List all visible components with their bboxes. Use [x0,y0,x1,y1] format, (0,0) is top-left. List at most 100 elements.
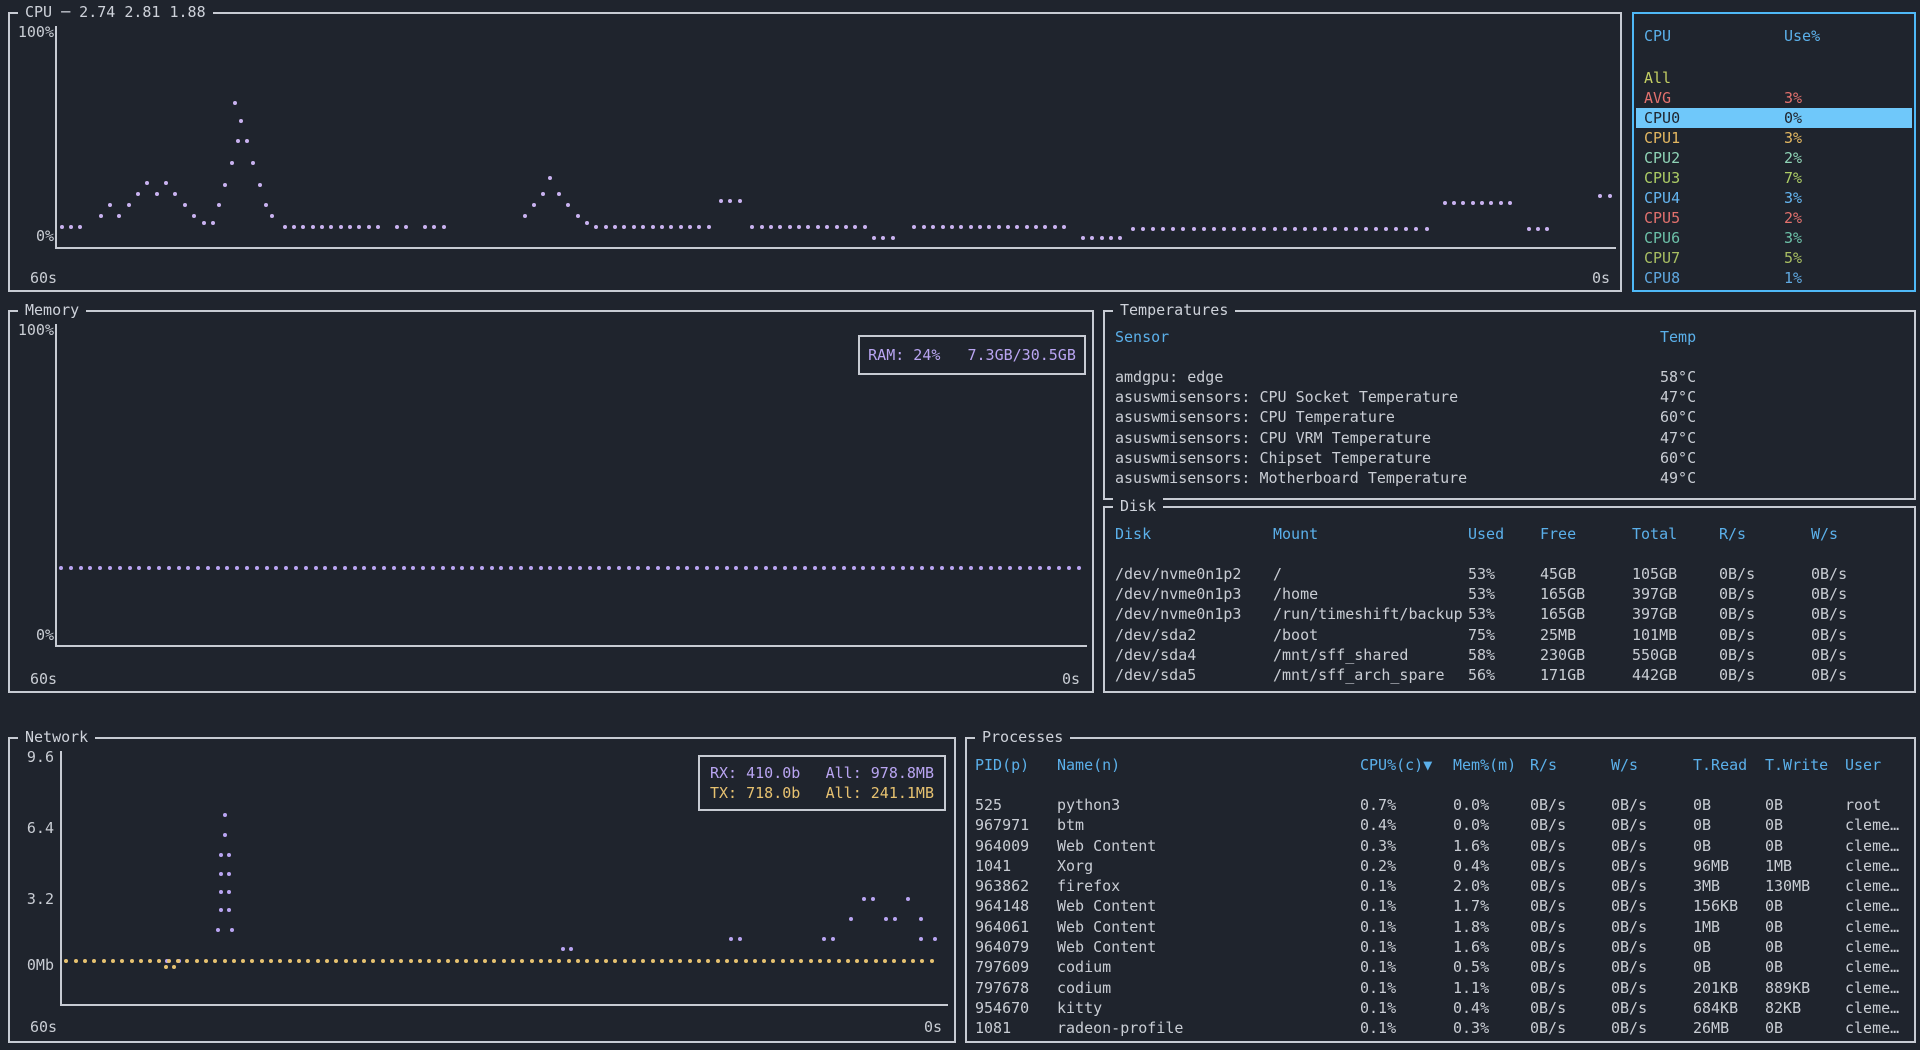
cell: cleme… [1845,1018,1912,1038]
graph-dot [1293,227,1297,231]
cell: 96MB [1693,856,1765,876]
graph-dot [202,221,206,225]
graph-dot [1034,225,1038,229]
processes-col-tread[interactable]: T.Read [1693,755,1765,775]
disk-row[interactable]: /dev/sda2/boot75%25MB101MB0B/s0B/s [1107,625,1912,645]
process-row[interactable]: 964009Web Content0.3%1.6%0B/s0B/s0B0Bcle… [969,836,1912,856]
process-row[interactable]: 964079Web Content0.1%1.6%0B/s0B/s0B0Bcle… [969,937,1912,957]
processes-col-user[interactable]: User [1845,755,1912,775]
process-row[interactable]: 525python30.7%0.0%0B/s0B/s0B0Broot [969,795,1912,815]
process-row[interactable]: 797678codium0.1%1.1%0B/s0B/s201KB889KBcl… [969,978,1912,998]
graph-dot [827,959,831,963]
graph-dot [585,221,589,225]
disk-row[interactable]: /dev/sda5/mnt/sff_arch_spare56%171GB442G… [1107,665,1912,685]
graph-dot [813,566,817,570]
graph-dot [353,566,357,570]
disk-row[interactable]: /dev/sda4/mnt/sff_shared58%230GB550GB0B/… [1107,645,1912,665]
graph-dot [1232,227,1236,231]
cpu-legend-row-cpu8[interactable]: CPU81% [1636,268,1912,288]
cpu-graph-plot[interactable] [55,26,1616,249]
cell: radeon-profile [1057,1018,1360,1038]
cpu-legend-row-cpu3[interactable]: CPU37% [1636,168,1912,188]
processes-col-name[interactable]: Name(n) [1057,755,1360,775]
cpu-legend-row-cpu4[interactable]: CPU43% [1636,188,1912,208]
graph-dot [227,872,231,876]
cell: 0B [1693,815,1765,835]
graph-dot [725,959,729,963]
cpu-legend-row-cpu5[interactable]: CPU52% [1636,208,1912,228]
temperature-row[interactable]: amdgpu: edge58°C [1107,367,1912,387]
cpu-legend-row-avg[interactable]: AVG3% [1636,88,1912,108]
disk-row[interactable]: /dev/nvme0n1p3/home53%165GB397GB0B/s0B/s [1107,584,1912,604]
graph-dot [120,959,124,963]
graph-dot [1283,227,1287,231]
process-row[interactable]: 964061Web Content0.1%1.8%0B/s0B/s1MB0Bcl… [969,917,1912,937]
graph-dot [404,225,408,229]
process-row[interactable]: 954670kitty0.1%0.4%0B/s0B/s684KB82KBclem… [969,998,1912,1018]
graph-dot [1015,225,1019,229]
graph-dot [130,959,134,963]
cell: 0B/s [1611,836,1693,856]
graph-dot [778,225,782,229]
graph-dot [520,959,524,963]
temperatures-col-sensor: Sensor [1115,327,1660,347]
disk-row[interactable]: /dev/nvme0n1p2/53%45GB105GB0B/s0B/s [1107,564,1912,584]
graph-dot [216,566,220,570]
processes-col-ws[interactable]: W/s [1611,755,1693,775]
cell: 0B/s [1611,998,1693,1018]
graph-dot [959,225,963,229]
graph-dot [771,959,775,963]
graph-dot [588,566,592,570]
process-row[interactable]: 797609codium0.1%0.5%0B/s0B/s0B0Bcleme… [969,957,1912,977]
process-row[interactable]: 963862firefox0.1%2.0%0B/s0B/s3MB130MBcle… [969,876,1912,896]
graph-dot [362,566,366,570]
graph-dot [783,566,787,570]
process-row[interactable]: 1041Xorg0.2%0.4%0B/s0B/s96MB1MBcleme… [969,856,1912,876]
temperature-row[interactable]: asuswmisensors: Chipset Temperature60°C [1107,448,1912,468]
graph-dot [320,225,324,229]
processes-col-twrite[interactable]: T.Write [1765,755,1845,775]
cpu-legend-row-cpu0[interactable]: CPU00% [1636,108,1912,128]
cell: 0.1% [1360,937,1453,957]
graph-dot [409,959,413,963]
processes-col-rs[interactable]: R/s [1530,755,1611,775]
graph-dot [102,959,106,963]
cell: 0B/s [1719,665,1811,685]
processes-col-mem[interactable]: Mem%(m) [1453,755,1530,775]
process-row[interactable]: 1081radeon-profile0.1%0.3%0B/s0B/s26MB0B… [969,1018,1912,1038]
cpu-legend-row-cpu2[interactable]: CPU22% [1636,148,1912,168]
cpu-x-right-label: 0s [1592,268,1610,288]
graph-dot [502,959,506,963]
cell: 53% [1468,584,1540,604]
temperature-row[interactable]: asuswmisensors: CPU Socket Temperature47… [1107,387,1912,407]
processes-col-cpu-sort[interactable]: CPU%(c)▼ [1360,755,1453,775]
disk-row[interactable]: /dev/nvme0n1p3/run/timeshift/backup53%16… [1107,604,1912,624]
graph-dot [139,959,143,963]
cell: 0B/s [1611,937,1693,957]
temperature-row[interactable]: asuswmisensors: CPU VRM Temperature47°C [1107,428,1912,448]
cell: 58% [1468,645,1540,665]
cpu-legend-row-cpu6[interactable]: CPU63% [1636,228,1912,248]
graph-dot [1414,227,1418,231]
cell: /dev/nvme0n1p3 [1115,584,1273,604]
cell: 58°C [1660,367,1912,387]
graph-dot [245,139,249,143]
cell: amdgpu: edge [1115,367,1660,387]
graph-dot [339,225,343,229]
temperature-row[interactable]: asuswmisensors: CPU Temperature60°C [1107,407,1912,427]
cell: cleme… [1845,957,1912,977]
graph-dot [474,959,478,963]
graph-dot [623,959,627,963]
cpu-legend-row-cpu1[interactable]: CPU13% [1636,128,1912,148]
graph-dot [399,959,403,963]
process-row[interactable]: 964148Web Content0.1%1.7%0B/s0B/s156KB0B… [969,896,1912,916]
process-row[interactable]: 967971btm0.4%0.0%0B/s0B/s0B0Bcleme… [969,815,1912,835]
processes-col-pid[interactable]: PID(p) [975,755,1057,775]
temperature-row[interactable]: asuswmisensors: Motherboard Temperature4… [1107,468,1912,488]
graph-dot [223,959,227,963]
cpu-legend-row-all[interactable]: All [1636,68,1912,88]
graph-dot [669,225,673,229]
graph-dot [195,959,199,963]
cpu-legend-row-cpu7[interactable]: CPU75% [1636,248,1912,268]
graph-dot [781,959,785,963]
